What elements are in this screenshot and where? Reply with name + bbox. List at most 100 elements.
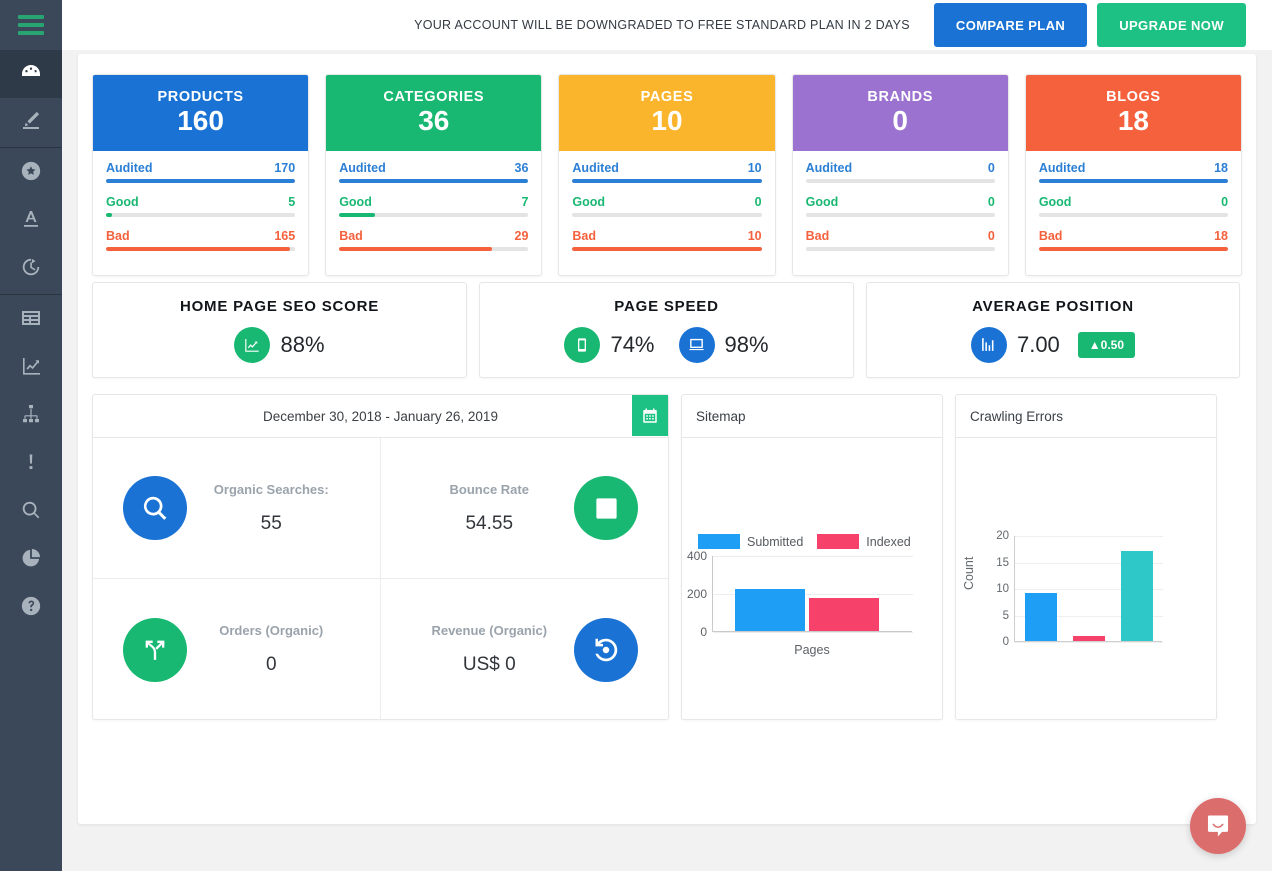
upgrade-now-button[interactable]: UPGRADE NOW xyxy=(1097,3,1246,47)
crawling-y-tick: 10 xyxy=(996,583,1009,595)
stat-card-header: BRANDS0 xyxy=(793,75,1008,151)
dashboard-card: PRODUCTS160Audited170Good5Bad165CATEGORI… xyxy=(78,54,1256,824)
sidebar-item-favorites[interactable] xyxy=(0,149,62,197)
date-range-text[interactable]: December 30, 2018 - January 26, 2019 xyxy=(263,409,498,424)
branch-arrow-icon xyxy=(123,618,187,682)
sitemap-panel-title: Sitemap xyxy=(682,395,942,438)
downgrade-message: YOUR ACCOUNT WILL BE DOWNGRADED TO FREE … xyxy=(414,18,910,32)
stat-metric-audited: Audited18 xyxy=(1039,161,1228,175)
stat-card-value: 10 xyxy=(651,106,682,137)
analytics-panel: December 30, 2018 - January 26, 2019 Org… xyxy=(92,394,669,720)
sidebar-item-typography[interactable] xyxy=(0,197,62,245)
stat-metric-label: Good xyxy=(1039,195,1072,209)
analytics-metric-grid: Organic Searches:55Bounce Rate54.55Order… xyxy=(93,438,668,720)
stat-card-body: Audited36 Good 7 Bad29 xyxy=(326,151,541,275)
stat-metric-bar-fill xyxy=(572,247,761,251)
sidebar-item-sitemap[interactable] xyxy=(0,392,62,440)
sidebar-header xyxy=(0,0,62,50)
stat-card-body: Audited0Good0Bad0 xyxy=(793,151,1008,275)
sidebar-item-analytics[interactable] xyxy=(0,344,62,392)
sitemap-plot-area: 0200400 xyxy=(712,556,912,632)
sitemap-bar xyxy=(735,589,805,631)
analytics-metric-cell: Organic Searches: 55 xyxy=(93,438,381,579)
stat-card-value: 18 xyxy=(1118,106,1149,137)
stat-metric-audited: Audited36 xyxy=(339,161,528,175)
sidebar-item-history[interactable] xyxy=(0,245,62,293)
stat-metric-bad: Bad29 xyxy=(339,229,528,243)
stat-card-categories[interactable]: CATEGORIES36 Audited36 Good 7 Bad29 xyxy=(325,74,542,276)
clock-history-icon xyxy=(20,256,42,283)
line-chart-icon xyxy=(234,327,270,363)
sidebar-item-statistics[interactable] xyxy=(0,536,62,584)
stat-metric-label: Audited xyxy=(339,161,386,175)
chat-bubble-icon[interactable] xyxy=(1190,798,1246,854)
stat-metric-value: 7 xyxy=(521,195,528,209)
calendar-icon[interactable] xyxy=(632,395,668,436)
stat-card-products[interactable]: PRODUCTS160Audited170Good5Bad165 xyxy=(92,74,309,276)
stat-card-blogs[interactable]: BLOGS18Audited18Good0Bad18 xyxy=(1025,74,1242,276)
analytics-metric-value: 0 xyxy=(163,654,380,676)
stat-metric-value: 0 xyxy=(755,195,762,209)
search-icon xyxy=(20,499,42,526)
score-card-row: HOME PAGE SEO SCORE 88% PAGE SPEED 74% xyxy=(92,282,1242,378)
sidebar-item-reports[interactable] xyxy=(0,296,62,344)
crawling-errors-chart: Count 05101520 xyxy=(956,438,1216,721)
sitemap-legend-item[interactable]: Indexed xyxy=(817,534,910,549)
stat-metric-value: 18 xyxy=(1214,229,1228,243)
sidebar-item-dashboard[interactable] xyxy=(0,50,62,98)
average-position-value: 7.00 xyxy=(1017,332,1060,358)
stat-metric-bar xyxy=(806,213,995,217)
stat-metric-value: 165 xyxy=(274,229,295,243)
stat-metric-bar-fill xyxy=(339,179,528,183)
stat-metric-bar xyxy=(339,247,528,251)
stat-metric-bar-fill xyxy=(339,213,375,217)
analytics-metric-name: Organic Searches: xyxy=(163,482,380,497)
stat-metric-value: 170 xyxy=(274,161,295,175)
sitemap-legend-item[interactable]: Submitted xyxy=(698,534,803,549)
search-icon xyxy=(123,476,187,540)
sidebar-item-issues[interactable] xyxy=(0,440,62,488)
stat-metric-bar xyxy=(1039,179,1228,183)
stat-metric-value: 10 xyxy=(748,161,762,175)
stat-card-header: BLOGS18 xyxy=(1026,75,1241,151)
bottom-panel-row: December 30, 2018 - January 26, 2019 Org… xyxy=(92,394,1242,720)
sidebar-item-edit[interactable] xyxy=(0,98,62,146)
sitemap-panel: Sitemap Submitted Indexed 0200400 Pages xyxy=(681,394,943,720)
analytics-metric-value: 54.55 xyxy=(381,513,599,535)
main-area: PRODUCTS160Audited170Good5Bad165CATEGORI… xyxy=(62,50,1272,871)
sidebar-item-search[interactable] xyxy=(0,488,62,536)
stat-metric-label: Audited xyxy=(1039,161,1086,175)
analytics-metric-cell: Bounce Rate 54.55 xyxy=(381,438,669,579)
analytics-metric-value: 55 xyxy=(163,513,380,535)
stat-card-header: CATEGORIES36 xyxy=(326,75,541,151)
stat-card-title: CATEGORIES xyxy=(383,89,484,105)
stat-metric-value: 0 xyxy=(988,195,995,209)
sidebar-item-help[interactable] xyxy=(0,584,62,632)
analytics-metric-name: Bounce Rate xyxy=(381,482,599,497)
stat-metric-bar xyxy=(572,213,761,217)
analytics-metric-name: Revenue (Organic) xyxy=(381,623,599,638)
sitemap-x-axis-label: Pages xyxy=(712,643,912,657)
stat-card-body: Audited18Good0Bad18 xyxy=(1026,151,1241,275)
stat-metric-bar xyxy=(106,179,295,183)
analytics-metric-value: US$ 0 xyxy=(381,654,599,676)
stat-metric-label: Bad xyxy=(572,229,596,243)
page-speed-desktop-value: 98% xyxy=(725,332,769,358)
stat-metric-good: Good0 xyxy=(1039,195,1228,209)
stat-card-body: Audited10Good0Bad10 xyxy=(559,151,774,275)
pie-chart-icon xyxy=(20,547,42,574)
stat-card-brands[interactable]: BRANDS0Audited0Good0Bad0 xyxy=(792,74,1009,276)
stat-metric-bad: Bad165 xyxy=(106,229,295,243)
crawling-y-tick: 5 xyxy=(1003,610,1009,622)
stat-card-pages[interactable]: PAGES10Audited10Good0Bad10 xyxy=(558,74,775,276)
bar-chart-icon xyxy=(971,327,1007,363)
stat-metric-bar xyxy=(339,213,528,217)
stat-card-value: 0 xyxy=(892,106,908,137)
stat-metric-good: Good 0 xyxy=(806,195,995,209)
crawling-errors-panel: Crawling Errors Count 05101520 xyxy=(955,394,1217,720)
stat-metric-label: Good xyxy=(339,195,372,209)
crawling-y-tick: 15 xyxy=(996,557,1009,569)
hamburger-icon[interactable] xyxy=(18,15,44,35)
compare-plan-button[interactable]: COMPARE PLAN xyxy=(934,3,1087,47)
stat-metric-label: Good xyxy=(806,195,839,209)
